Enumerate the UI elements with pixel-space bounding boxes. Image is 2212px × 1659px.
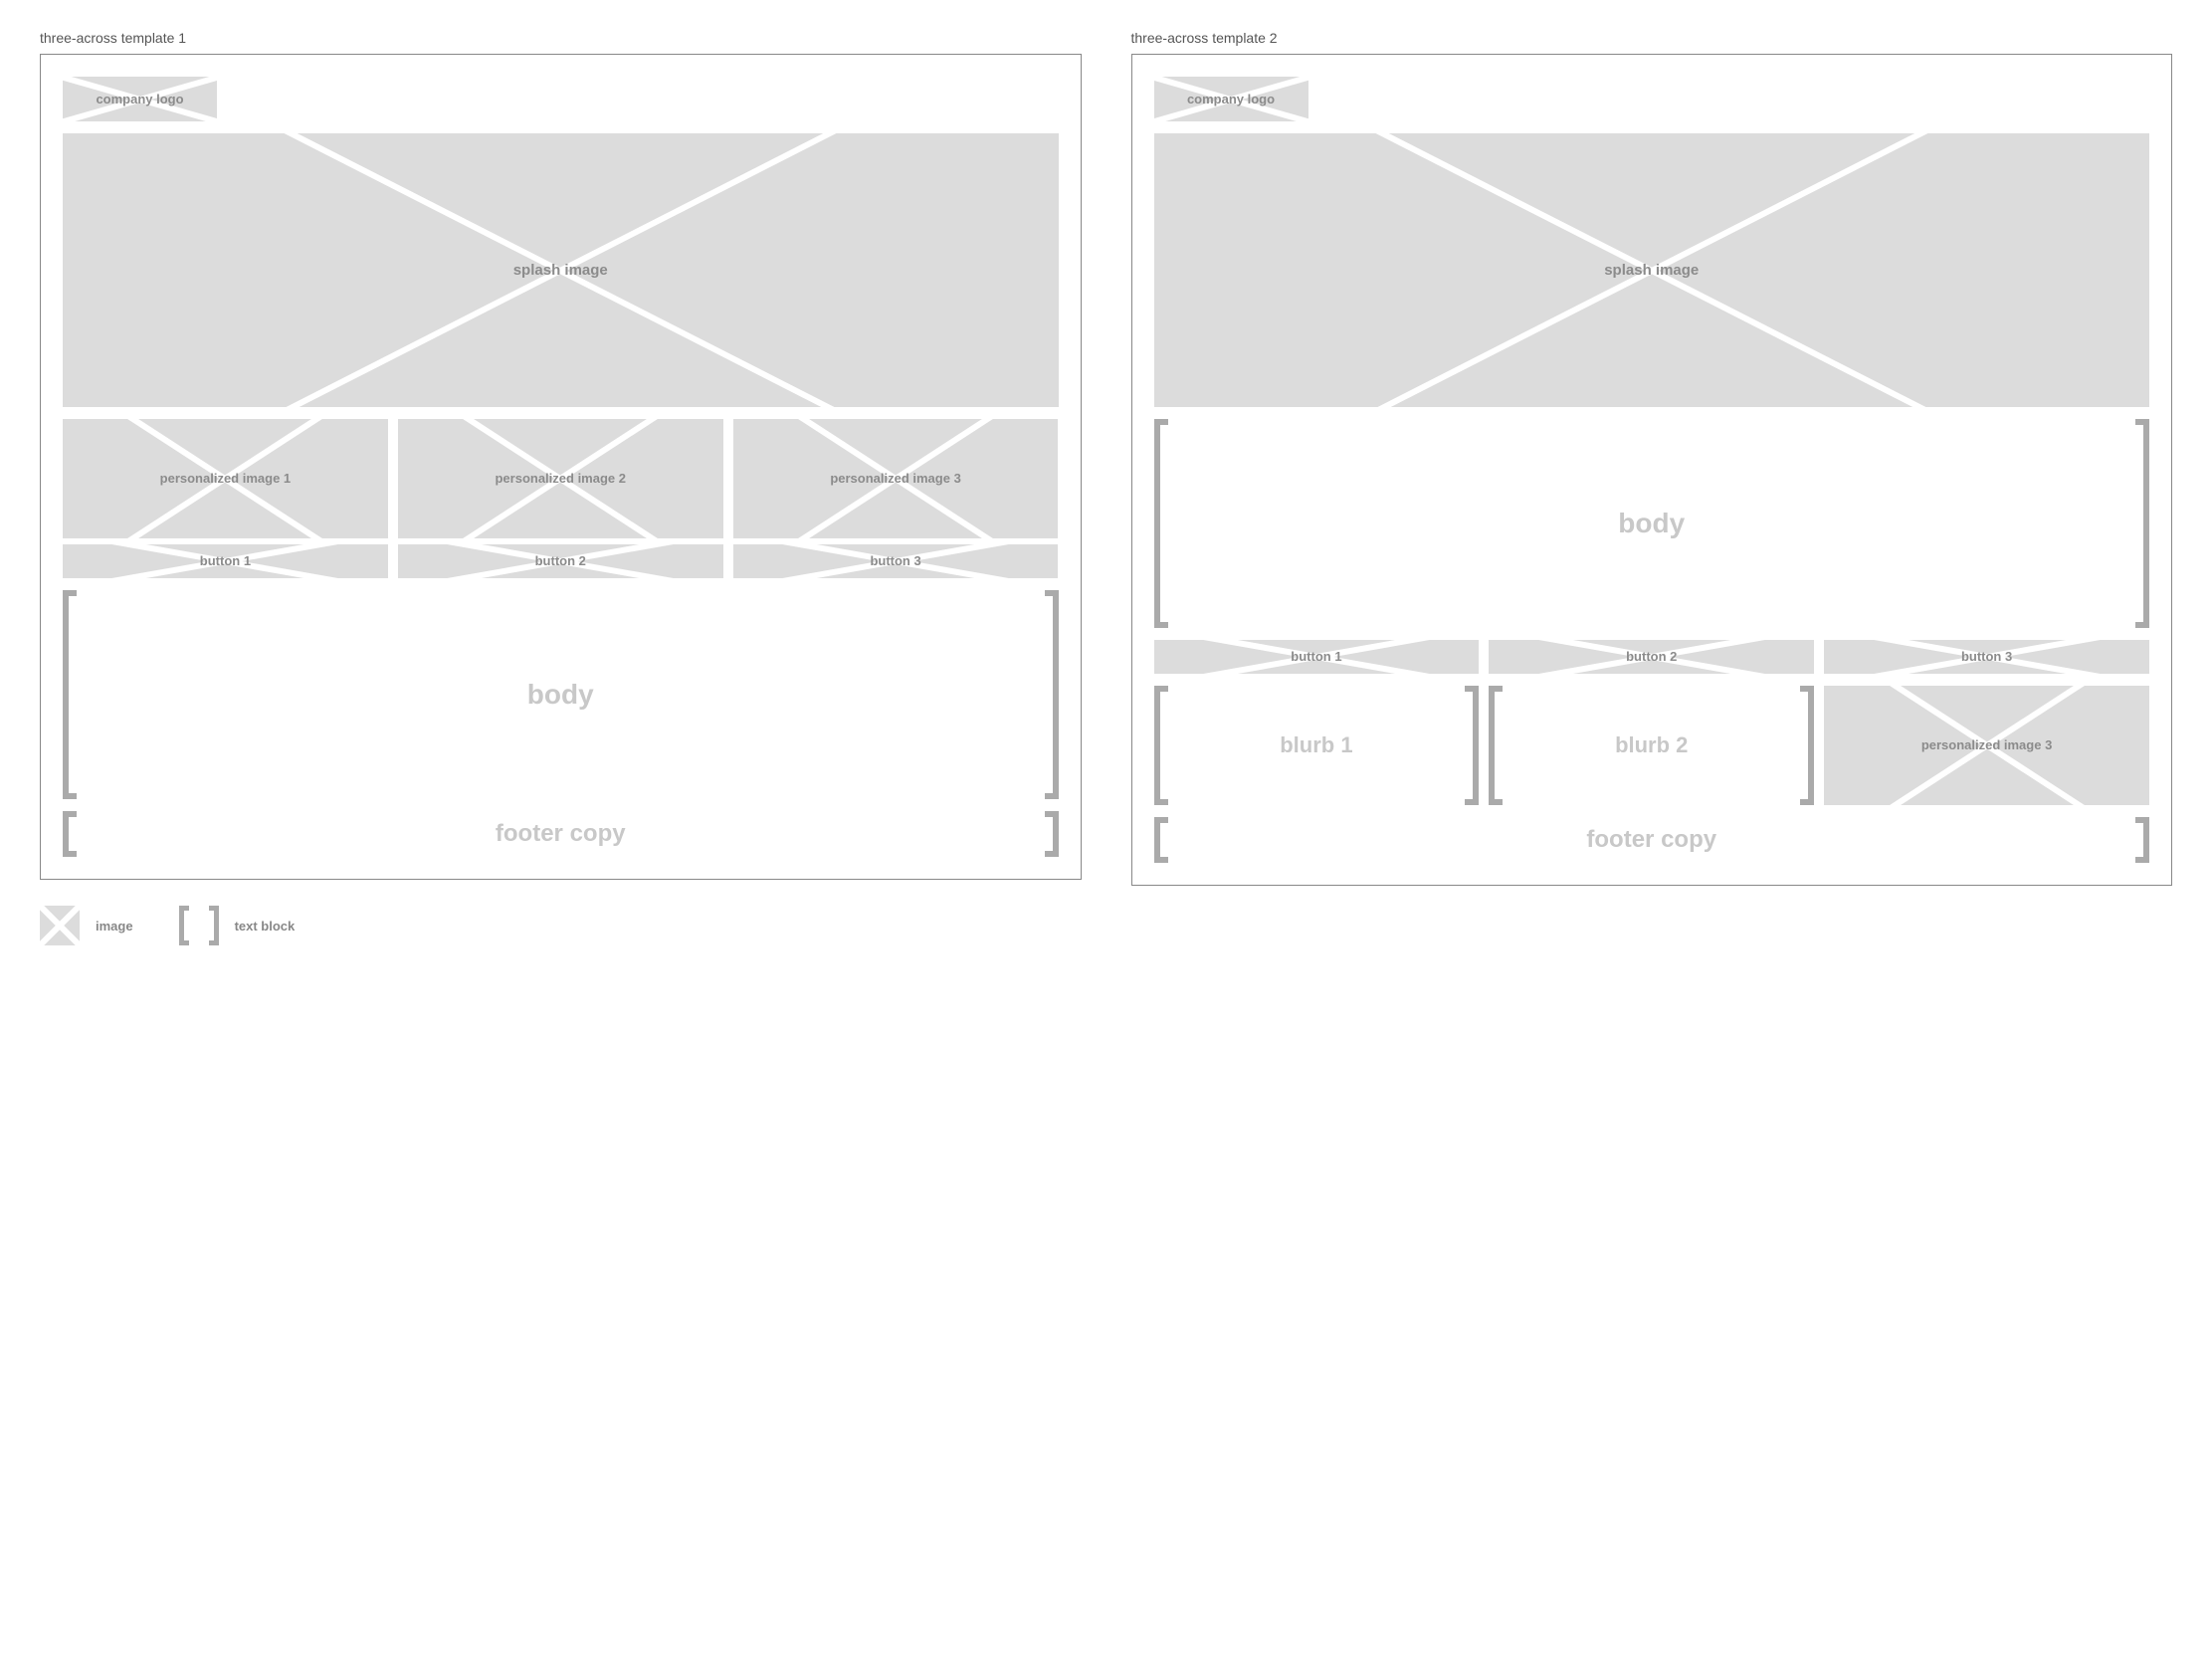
footer-text-block-2: footer copy <box>1154 817 2150 863</box>
legend-image-label: image <box>96 919 133 933</box>
legend-image-icon <box>40 906 80 945</box>
legend-text-icon <box>179 906 219 945</box>
personalized-image-3-label-t2: personalized image 3 <box>1921 737 2053 753</box>
blurb-1-label: blurb 1 <box>1280 732 1352 758</box>
company-logo-placeholder-2: company logo <box>1154 77 1308 121</box>
button-1-t2[interactable]: button 1 <box>1154 640 1480 674</box>
template-1: company logo splash image personalized i… <box>40 54 1082 880</box>
body-label: body <box>527 679 594 711</box>
personalized-image-3-label: personalized image 3 <box>830 471 961 487</box>
legend: image text block <box>40 906 2172 945</box>
button-3-label: button 3 <box>870 553 920 569</box>
template-2-wrap: three-across template 2 company logo spl… <box>1131 30 2173 886</box>
button-3[interactable]: button 3 <box>733 544 1059 578</box>
blurb-1: blurb 1 <box>1154 686 1480 805</box>
blurb-row: blurb 1 blurb 2 personalized image 3 <box>1154 686 2150 805</box>
splash-image-placeholder: splash image <box>63 133 1059 407</box>
company-logo-label: company logo <box>96 92 183 107</box>
template-2: company logo splash image body button 1 <box>1131 54 2173 886</box>
buttons-row-2: button 1 button 2 button 3 <box>1154 640 2150 674</box>
blurb-2-label: blurb 2 <box>1615 732 1688 758</box>
button-2-t2[interactable]: button 2 <box>1489 640 1814 674</box>
personalized-image-2: personalized image 2 <box>398 419 723 538</box>
personalized-image-2-label: personalized image 2 <box>495 471 626 487</box>
splash-image-label: splash image <box>513 262 608 280</box>
company-logo-placeholder: company logo <box>63 77 217 121</box>
blurb-2: blurb 2 <box>1489 686 1814 805</box>
button-2-label-t2: button 2 <box>1626 649 1677 665</box>
button-3-label-t2: button 3 <box>1961 649 2012 665</box>
splash-image-label-2: splash image <box>1604 262 1699 280</box>
button-2[interactable]: button 2 <box>398 544 723 578</box>
legend-text-label: text block <box>235 919 296 933</box>
body-label-2: body <box>1618 508 1685 539</box>
splash-image-placeholder-2: splash image <box>1154 133 2150 407</box>
button-1[interactable]: button 1 <box>63 544 388 578</box>
button-2-label: button 2 <box>535 553 586 569</box>
personalized-image-3-t2: personalized image 3 <box>1824 686 2149 805</box>
template-2-title: three-across template 2 <box>1131 30 2173 46</box>
personalized-image-1-label: personalized image 1 <box>160 471 292 487</box>
button-1-label-t2: button 1 <box>1291 649 1341 665</box>
footer-text-block: footer copy <box>63 811 1059 857</box>
buttons-row: button 1 button 2 button 3 <box>63 544 1059 578</box>
button-1-label: button 1 <box>200 553 251 569</box>
personalized-images-row: personalized image 1 personalized image … <box>63 419 1059 538</box>
button-3-t2[interactable]: button 3 <box>1824 640 2149 674</box>
footer-label: footer copy <box>496 820 626 848</box>
body-text-block-2: body <box>1154 419 2150 628</box>
personalized-image-1: personalized image 1 <box>63 419 388 538</box>
template-1-wrap: three-across template 1 company logo spl… <box>40 30 1082 886</box>
company-logo-label-2: company logo <box>1187 92 1275 107</box>
body-text-block: body <box>63 590 1059 799</box>
template-1-title: three-across template 1 <box>40 30 1082 46</box>
footer-label-2: footer copy <box>1586 826 1716 854</box>
personalized-image-3: personalized image 3 <box>733 419 1059 538</box>
